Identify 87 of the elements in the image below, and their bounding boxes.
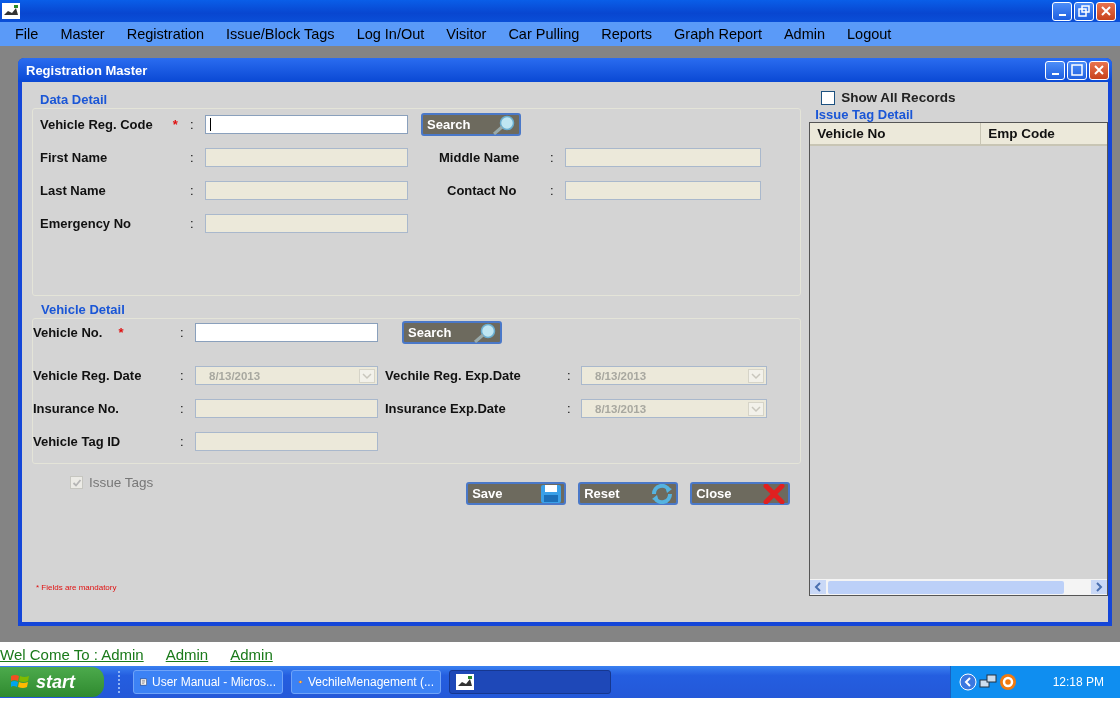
required-mark: *: [172, 117, 178, 132]
field-label: Insurance Exp.Date: [385, 401, 506, 416]
menu-item[interactable]: Issue/Block Tags: [226, 26, 335, 42]
field-label: Insurance No.: [33, 401, 119, 416]
close-icon: [762, 483, 787, 504]
required-mark: *: [118, 325, 124, 340]
field-label: First Name: [40, 150, 108, 165]
field-label: Vehicle Tag ID: [33, 434, 121, 449]
input-field[interactable]: [205, 115, 408, 134]
minimize-button[interactable]: [1045, 60, 1065, 80]
search-icon: [472, 322, 498, 343]
taskbar-button[interactable]: [449, 670, 611, 694]
restore-button[interactable]: [1074, 1, 1094, 21]
field-label: Contact No: [447, 183, 517, 198]
close-icon: [1093, 64, 1105, 76]
field-label: Middle Name: [439, 150, 520, 165]
mandatory-note: * Fields are mandatory: [36, 583, 118, 592]
field-label: Last Name: [40, 183, 106, 198]
close-button[interactable]: [1089, 60, 1109, 80]
group-title: Data Detail: [40, 92, 108, 107]
reset-button[interactable]: Reset: [578, 482, 679, 505]
menu-item[interactable]: File: [15, 26, 39, 42]
group-title: Vehicle Detail: [41, 302, 125, 317]
expand-icon[interactable]: [958, 673, 977, 691]
colon: :: [550, 150, 555, 165]
field-label: Vechile Reg. Exp.Date: [385, 368, 521, 383]
colon: :: [190, 150, 195, 165]
close-button[interactable]: Close: [690, 482, 791, 505]
welcome-text: Wel Come To : Admin: [0, 645, 144, 663]
checkbox-label: Issue Tags: [89, 475, 154, 490]
welcome-text: Admin: [165, 645, 209, 663]
field-label: Vehicle No.: [33, 325, 103, 340]
close-icon: [1100, 5, 1112, 17]
colon: :: [190, 117, 195, 132]
colon: :: [567, 368, 572, 383]
refresh-icon: [650, 483, 675, 504]
maximize-button[interactable]: [1067, 60, 1087, 80]
windows-flag-icon: [10, 673, 30, 691]
menu-item[interactable]: Registration: [126, 26, 205, 42]
input-field[interactable]: [195, 323, 378, 342]
field-label: Vehicle Reg. Date: [33, 368, 142, 383]
field-label: Emergency No: [40, 216, 132, 231]
colon: :: [180, 434, 185, 449]
column-header[interactable]: Emp Code: [981, 123, 1055, 144]
window-title: Registration Master: [26, 62, 148, 78]
taskbar-button[interactable]: User Manual - Micros...: [133, 670, 283, 694]
colon: :: [550, 183, 555, 198]
minimize-icon: [1051, 73, 1059, 75]
colon: :: [567, 401, 572, 416]
horizontal-scrollbar[interactable]: [810, 579, 1107, 595]
colon: :: [180, 401, 185, 416]
search-button[interactable]: Search: [421, 113, 521, 136]
restore-icon: [1078, 5, 1090, 17]
colon: :: [190, 183, 195, 198]
menu-item[interactable]: Log In/Out: [356, 26, 425, 42]
start-button[interactable]: start: [0, 667, 104, 697]
menu-item[interactable]: Visitor: [446, 26, 487, 42]
ring-icon[interactable]: [998, 673, 1017, 691]
scroll-left-icon[interactable]: [810, 580, 827, 594]
search-icon: [491, 114, 517, 135]
colon: :: [180, 325, 185, 340]
minimize-icon: [1058, 14, 1066, 16]
close-button[interactable]: [1096, 1, 1116, 21]
menu-item[interactable]: Car Pulling: [508, 26, 580, 42]
clock: 12:18 PM: [1052, 675, 1104, 689]
minimize-button[interactable]: [1052, 1, 1072, 21]
app-icon: [2, 3, 20, 19]
colon: :: [180, 368, 185, 383]
menu-item[interactable]: Reports: [601, 26, 653, 42]
network-icon[interactable]: [978, 673, 997, 691]
app-icon: [456, 674, 474, 690]
save-button[interactable]: Save: [466, 482, 567, 505]
group-title: Issue Tag Detail: [815, 107, 914, 122]
search-button[interactable]: Search: [402, 321, 502, 344]
menu-item[interactable]: Logout: [847, 26, 892, 42]
menu-item[interactable]: Admin: [783, 26, 826, 42]
colon: :: [190, 216, 195, 231]
field-label: Vehicle Reg. Code: [40, 117, 153, 132]
menu-item[interactable]: Master: [60, 26, 105, 42]
maximize-icon: [1071, 64, 1083, 76]
checkbox[interactable]: [821, 90, 836, 105]
menu-item[interactable]: Graph Report: [674, 26, 762, 42]
welcome-text: Admin: [230, 645, 273, 663]
scroll-right-icon[interactable]: [1091, 580, 1107, 594]
column-header[interactable]: Vehicle No: [810, 123, 982, 144]
taskbar-button[interactable]: VechileMenagement (...: [291, 670, 441, 694]
checkbox-label: Show All Records: [841, 90, 956, 105]
